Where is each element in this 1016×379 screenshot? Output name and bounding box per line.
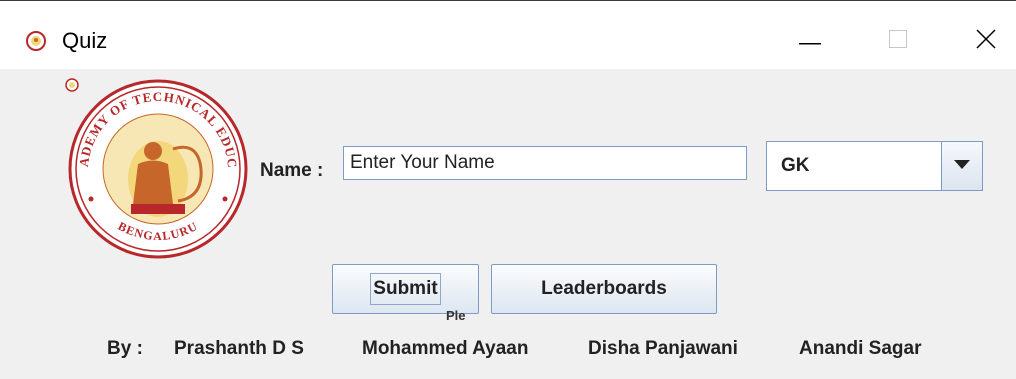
close-icon <box>976 28 996 54</box>
jss-logo-icon <box>26 31 46 51</box>
jss-academy-logo: JSS ACADEMY OF TECHNICAL EDUCATION BENGA… <box>57 67 253 259</box>
close-button[interactable] <box>946 13 1016 69</box>
chevron-down-icon <box>954 157 970 175</box>
credits-by-label: By : <box>107 338 143 359</box>
submit-button-label: Submit <box>370 273 441 305</box>
quiz-panel: JSS ACADEMY OF TECHNICAL EDUCATION BENGA… <box>0 67 1016 379</box>
submit-button[interactable]: Submit <box>332 264 479 314</box>
window-title: Quiz <box>62 28 108 53</box>
minimize-icon <box>799 32 821 50</box>
leaderboards-button[interactable]: Leaderboards <box>491 264 717 314</box>
credit-author: Prashanth D S <box>174 338 304 359</box>
minimize-button[interactable] <box>770 13 850 69</box>
title-bar: Quiz <box>0 1 1016 69</box>
category-select-value: GK <box>781 155 810 176</box>
leaderboards-button-label: Leaderboards <box>541 278 667 299</box>
category-select[interactable]: GK <box>766 141 983 191</box>
credit-author: Disha Panjawani <box>588 338 738 359</box>
maximize-button[interactable] <box>858 13 938 69</box>
hidden-label: Ple <box>446 308 466 323</box>
credit-author: Anandi Sagar <box>799 338 922 359</box>
dropdown-arrow-button[interactable] <box>941 142 982 190</box>
name-label: Name : <box>260 160 324 181</box>
name-input[interactable] <box>343 146 747 180</box>
maximize-icon <box>889 29 907 53</box>
credit-author: Mohammed Ayaan <box>362 338 529 359</box>
